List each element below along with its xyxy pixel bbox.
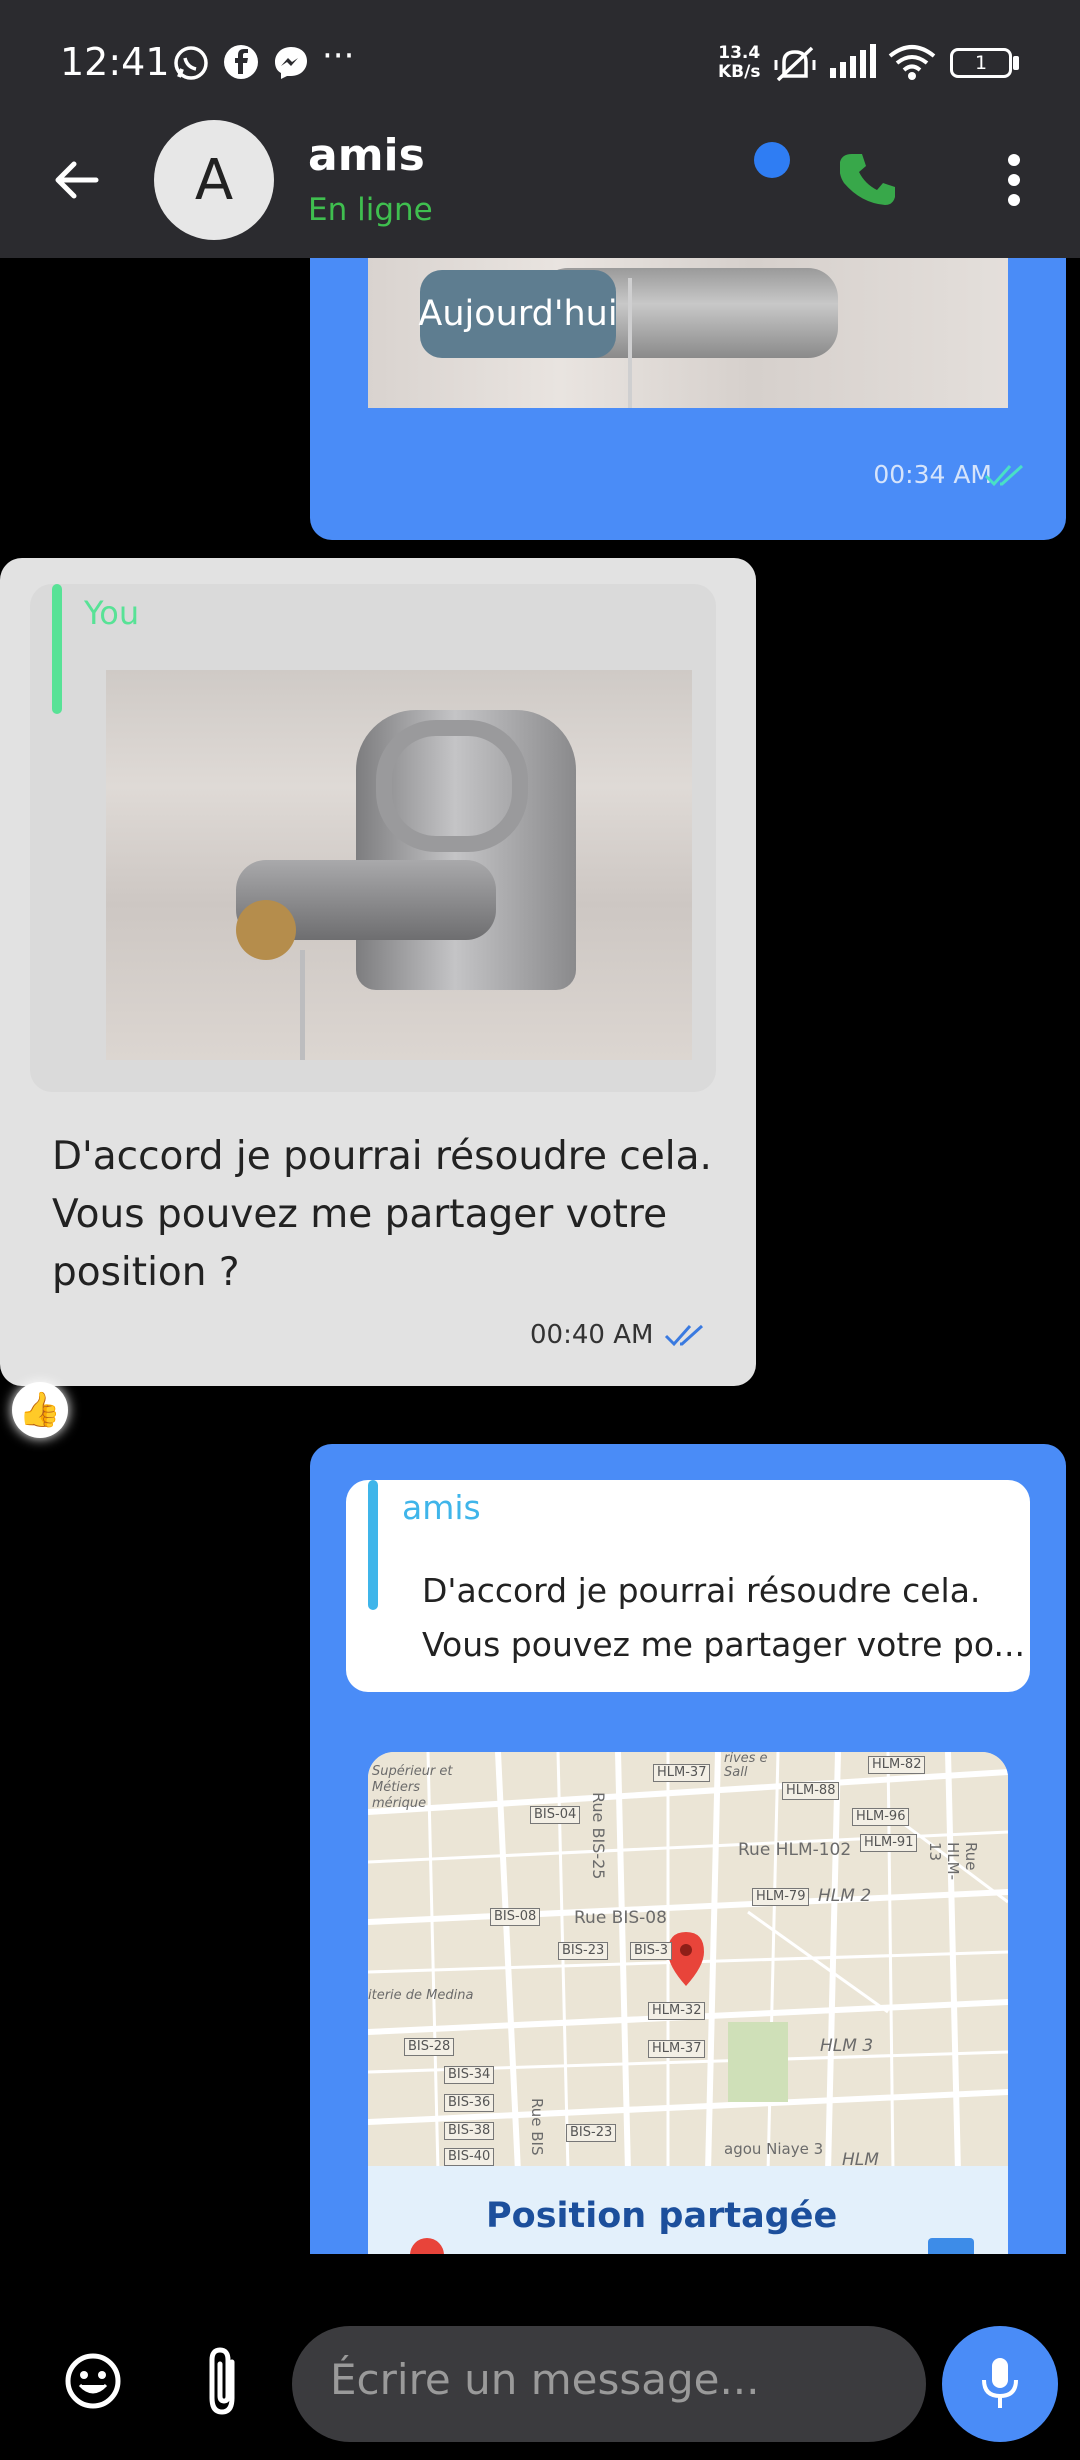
reply-preview[interactable]: You bbox=[30, 584, 716, 1092]
map-title: Position partagée bbox=[486, 2196, 838, 2236]
contact-name[interactable]: amis bbox=[308, 130, 425, 181]
map-label: iterie de Medina bbox=[368, 1988, 474, 2003]
location-pin-icon bbox=[410, 2238, 444, 2254]
messenger-icon bbox=[275, 47, 307, 79]
microphone-icon bbox=[982, 2358, 1018, 2408]
message-bubble-received[interactable]: You D'accord je pourrai résoudre cela. V… bbox=[0, 558, 756, 1386]
vibrate-mute-icon bbox=[774, 46, 816, 82]
map-label: HLM-91 bbox=[860, 1834, 918, 1852]
back-arrow-icon[interactable] bbox=[52, 156, 100, 204]
status-dot-icon bbox=[754, 142, 790, 178]
map-caption-panel: Position partagée bbox=[368, 2166, 1008, 2254]
reply-author: amis bbox=[402, 1488, 481, 1527]
shared-map[interactable]: HLM-37 Rue BIS-25 HLM-88 HLM-82 HLM-96 H… bbox=[368, 1752, 1008, 2254]
message-input-placeholder: Écrire un message... bbox=[330, 2355, 760, 2404]
emoji-icon[interactable] bbox=[64, 2352, 122, 2410]
water-stream bbox=[628, 278, 632, 408]
map-label: BIS-23 bbox=[558, 1942, 609, 1960]
message-text: D'accord je pourrai résoudre cela. Vous … bbox=[52, 1134, 712, 1295]
map-label: HLM 3 bbox=[820, 2036, 874, 2056]
contact-status: En ligne bbox=[308, 192, 433, 228]
faucet-image[interactable] bbox=[106, 670, 692, 1060]
faucet-handle bbox=[376, 720, 528, 852]
message-time: 00:40 AM bbox=[530, 1320, 654, 1350]
map-label: agou Niaye 3 bbox=[724, 2140, 824, 2158]
avatar[interactable]: A bbox=[154, 120, 274, 240]
facebook-icon bbox=[224, 45, 258, 79]
whatsapp-icon bbox=[174, 46, 208, 80]
map-label: BIS-36 bbox=[444, 2094, 495, 2112]
map-label: HLM-37 bbox=[653, 1764, 711, 1782]
map-label: Supérieur et Métiers mérique bbox=[372, 1764, 453, 1811]
more-notifications-icon: ··· bbox=[322, 36, 355, 76]
map-label: Rue HLM-102 bbox=[738, 1840, 852, 1860]
mic-button[interactable] bbox=[942, 2326, 1058, 2442]
attachment-icon[interactable] bbox=[202, 2346, 246, 2416]
map-label: BIS-40 bbox=[444, 2148, 495, 2166]
battery-tip bbox=[1013, 56, 1019, 70]
map-label: Rue BIS-25 bbox=[589, 1792, 608, 1880]
map-label: BIS-04 bbox=[530, 1806, 581, 1824]
water-stream bbox=[300, 950, 305, 1060]
map-label: HLM-82 bbox=[868, 1756, 926, 1774]
reply-bar bbox=[368, 1480, 378, 1610]
reaction-thumbs-up[interactable]: 👍 bbox=[12, 1382, 68, 1438]
map-label: HLM-37 bbox=[648, 2040, 706, 2058]
reply-bar bbox=[52, 584, 62, 714]
read-receipt-icon bbox=[664, 1324, 704, 1347]
map-label: rives e Sall bbox=[724, 1752, 768, 1780]
network-speed: 13.4 KB/s bbox=[718, 43, 761, 82]
chat-area[interactable]: 00:34 AM Aujourd'hui You D'accord je pou… bbox=[0, 258, 1080, 2254]
map-label: HLM-79 bbox=[752, 1888, 810, 1906]
status-time: 12:41 bbox=[60, 40, 170, 84]
map-label: BIS-28 bbox=[404, 2038, 455, 2056]
phone-call-icon[interactable] bbox=[840, 150, 898, 208]
map-label: BIS-08 bbox=[490, 1908, 541, 1926]
map-label: BIS-38 bbox=[444, 2122, 495, 2140]
battery-level: 1 bbox=[974, 52, 988, 74]
read-receipt-icon bbox=[984, 464, 1024, 487]
message-bubble-location[interactable]: amis D'accord je pourrai résoudre cela. … bbox=[310, 1444, 1066, 2254]
map-label: HLM-32 bbox=[648, 2002, 706, 2020]
battery-icon: 1 bbox=[950, 48, 1012, 78]
signal-icon bbox=[830, 44, 876, 78]
map-label: Rue HLM-13 bbox=[926, 1842, 980, 1880]
map-label: Rue BIS-08 bbox=[574, 1908, 667, 1928]
map-label: HLM 2 bbox=[818, 1886, 872, 1906]
map-label: BIS-3 bbox=[630, 1942, 672, 1960]
faucet-aerator bbox=[236, 900, 296, 960]
map-label: BIS-23 bbox=[566, 2124, 617, 2142]
map-label: BIS-34 bbox=[444, 2066, 495, 2084]
map-label: HLM-96 bbox=[852, 1808, 910, 1826]
reply-preview[interactable]: amis D'accord je pourrai résoudre cela. … bbox=[346, 1480, 1030, 1692]
map-open-icon[interactable] bbox=[928, 2238, 974, 2254]
map-label: HLM-88 bbox=[782, 1782, 840, 1800]
map-label: Rue BIS bbox=[528, 2098, 546, 2156]
date-chip: Aujourd'hui bbox=[418, 270, 618, 358]
more-options-icon[interactable] bbox=[1002, 152, 1026, 208]
message-time: 00:34 AM bbox=[873, 460, 992, 489]
wifi-icon bbox=[888, 45, 936, 80]
reply-text: D'accord je pourrai résoudre cela. Vous … bbox=[422, 1571, 1025, 1664]
reply-author: You bbox=[84, 594, 140, 632]
